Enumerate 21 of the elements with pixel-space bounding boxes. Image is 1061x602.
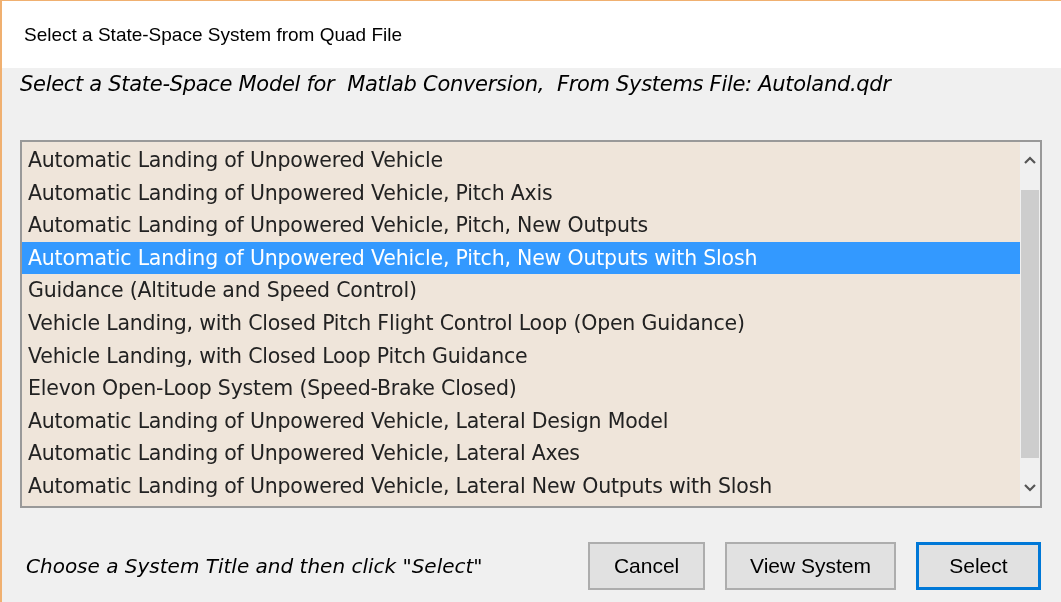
heading-text: Select a State-Space Model for Matlab Conversion, From Systems File: Autoland.qdr (20, 72, 893, 98)
dialog-button[interactable]: Cancel (588, 542, 706, 590)
scroll-thumb[interactable] (1021, 190, 1039, 458)
scroll-down-icon[interactable] (1024, 484, 1036, 492)
list-item[interactable]: Automatic Landing of Unpowered Vehicle (22, 144, 1020, 177)
list-item[interactable]: Automatic Landing of Unpowered Vehicle, Lateral New Outputs with Slosh (22, 469, 1020, 503)
list-item[interactable]: Vehicle Landing, with Closed Pitch Flight Control Loop (Open Guidance) (22, 306, 1020, 340)
list-item[interactable]: Vehicle Landing, with Closed Loop Pitch Guidance (22, 339, 1020, 373)
dialog-button[interactable]: Select (915, 542, 1041, 590)
scroll-up-icon[interactable] (1024, 156, 1036, 164)
list-item[interactable]: Automatic Landing of Unpowered Vehicle, Lateral Axes (22, 437, 1020, 470)
hint-text: Choose a System Title and then click "Select" (26, 554, 484, 578)
list-item[interactable]: Automatic Landing of Unpowered Vehicle, Pitch, New Outputs (22, 209, 1020, 242)
list-item[interactable]: Automatic Landing of Unpowered Vehicle, Pitch Axis (22, 176, 1020, 210)
list-item[interactable]: Guidance (Altitude and Speed Control) (22, 274, 1020, 307)
dialog-button[interactable]: View System (725, 542, 896, 590)
list-item[interactable]: Elevon Open-Loop System (Speed-Brake Closed) (22, 372, 1020, 405)
list-item[interactable]: Automatic Landing of Unpowered Vehicle, Lateral Design Model (22, 404, 1020, 438)
window-title: Select a State-Space System from Quad File (24, 23, 403, 46)
scrollbar[interactable] (1020, 142, 1040, 506)
system-list[interactable] (20, 140, 1042, 508)
